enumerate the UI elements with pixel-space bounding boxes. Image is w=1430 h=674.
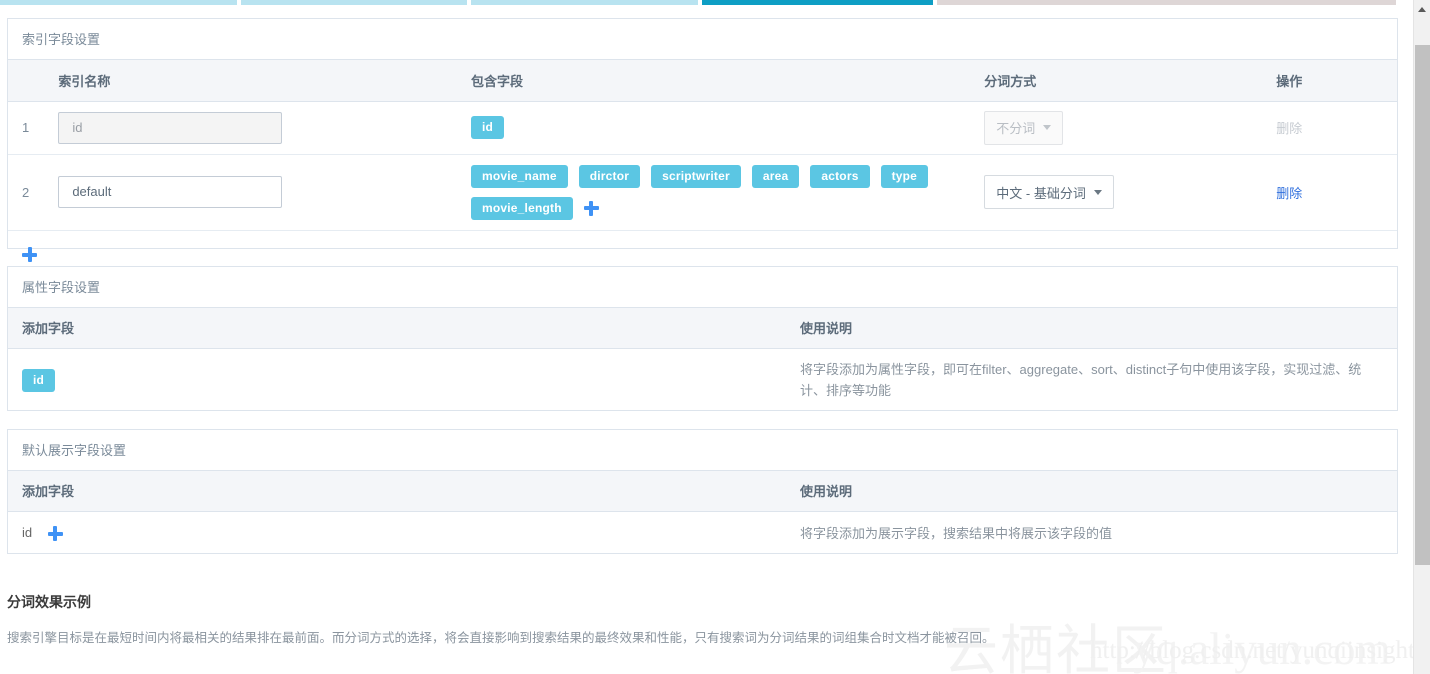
col-header-tokenizer: 分词方式 [984, 60, 1277, 102]
scrollbar-thumb[interactable] [1415, 45, 1430, 565]
plus-icon[interactable] [22, 247, 37, 263]
index-name-input [58, 111, 283, 144]
attribute-field-settings-panel: 属性字段设置 添加字段 使用说明 id 将字段添加为属性字段，即可在filter… [7, 266, 1398, 411]
display-usage-text: 将字段添加为展示字段，搜索结果中将展示该字段的值 [800, 525, 1113, 541]
display-field-settings-panel: 默认展示字段设置 添加字段 使用说明 id 将字段添加为展示字段，搜索结果中将展… [7, 429, 1398, 554]
field-chip[interactable]: scriptwriter [651, 164, 741, 188]
display-table-row: id 将字段添加为展示字段，搜索结果中将展示该字段的值 [8, 512, 1397, 554]
field-chip[interactable]: movie_name [470, 164, 568, 188]
table-row: 2 movie_name dirctor scriptwriter area actor… [8, 154, 1397, 231]
delete-row-link[interactable]: 删除 [1276, 186, 1302, 201]
wizard-step-segment [702, 0, 933, 5]
attribute-table-header-row: 添加字段 使用说明 [8, 308, 1397, 349]
plus-icon[interactable] [47, 526, 63, 542]
page-section-heading: 分词效果示例 [7, 594, 91, 610]
index-field-settings-panel: 索引字段设置 索引名称 包含字段 分词方式 操作 1 id id 不分词 删除 … [7, 18, 1398, 263]
chevron-up-icon[interactable] [1414, 0, 1430, 17]
wizard-step-segment [0, 0, 237, 5]
row-number: 2 [8, 154, 59, 231]
tokenizer-select-value: 中文 - 基础分词 [996, 185, 1086, 201]
col-header-included-fields: 包含字段 [470, 60, 985, 102]
display-table-header-row: 添加字段 使用说明 [8, 471, 1397, 512]
field-chip[interactable]: actors [810, 164, 870, 188]
index-table-body: 1 id 不分词 [8, 101, 1397, 278]
field-chip[interactable]: area [751, 164, 800, 188]
plus-icon[interactable] [583, 200, 599, 216]
field-chip[interactable]: id [470, 116, 505, 139]
col-header-add-field: 添加字段 [22, 484, 75, 499]
wizard-step-segment [471, 0, 698, 5]
page-section-paragraph: 搜索引擎目标是在最短时间内将最相关的结果排在最前面。而分词方式的选择，将会直接影… [7, 631, 995, 645]
index-panel-title: 索引字段设置 [8, 19, 1397, 60]
page-viewport: 索引字段设置 索引名称 包含字段 分词方式 操作 1 id id 不分词 删除 … [0, 0, 1413, 674]
included-fields-chip-group: id [470, 116, 951, 139]
chevron-down-icon [1043, 125, 1052, 130]
col-header-add-field: 添加字段 [22, 321, 75, 336]
watermark-site: yq.aliyun.com [1133, 624, 1391, 674]
attribute-fields-chip-group: id [22, 368, 502, 392]
field-chip[interactable]: type [880, 164, 929, 188]
col-header-index-name: 索引名称 [58, 60, 471, 102]
tokenizer-select-value: 不分词 [996, 121, 1036, 136]
col-header-actions: 操作 [1276, 60, 1397, 102]
wizard-step-progress [0, 0, 1400, 5]
delete-row-link: 删除 [1276, 121, 1303, 136]
col-header-rownum [8, 60, 59, 102]
table-row: 1 id 不分词 [8, 101, 1397, 155]
attribute-usage-text: 将字段添加为属性字段，即可在filter、aggregate、sort、dist… [800, 362, 1362, 398]
display-panel-title: 默认展示字段设置 [8, 430, 1397, 471]
field-chip[interactable]: movie_length [470, 196, 573, 220]
vertical-scrollbar[interactable] [1413, 0, 1430, 674]
field-chip[interactable]: id [22, 368, 56, 392]
col-header-usage: 使用说明 [800, 484, 853, 499]
index-table-header-row: 索引名称 包含字段 分词方式 操作 [8, 60, 1397, 102]
chevron-down-icon [1093, 189, 1102, 195]
wizard-step-segment [240, 0, 468, 5]
attribute-panel-title: 属性字段设置 [8, 267, 1397, 308]
index-table-head: 索引名称 包含字段 分词方式 操作 [8, 60, 1397, 102]
attribute-table-row: id 将字段添加为属性字段，即可在filter、aggregate、sort、d… [8, 349, 1397, 411]
row-number: 1 [8, 101, 59, 155]
tokenizer-select[interactable]: 中文 - 基础分词 [984, 175, 1114, 209]
included-fields-chip-group: movie_name dirctor scriptwriter area actors t… [470, 164, 951, 220]
display-field-label: id [22, 524, 33, 540]
index-name-input[interactable] [58, 176, 283, 208]
col-header-usage: 使用说明 [800, 321, 853, 336]
tokenizer-select: 不分词 [984, 110, 1064, 145]
field-chip[interactable]: dirctor [578, 164, 641, 188]
watermark-blog-url: http://blog.csdn.net/yunqiinsight [1090, 637, 1413, 664]
index-field-table: 索引名称 包含字段 分词方式 操作 1 id id 不分词 删除 2 defau… [8, 60, 1397, 278]
wizard-step-segment [936, 0, 1396, 5]
